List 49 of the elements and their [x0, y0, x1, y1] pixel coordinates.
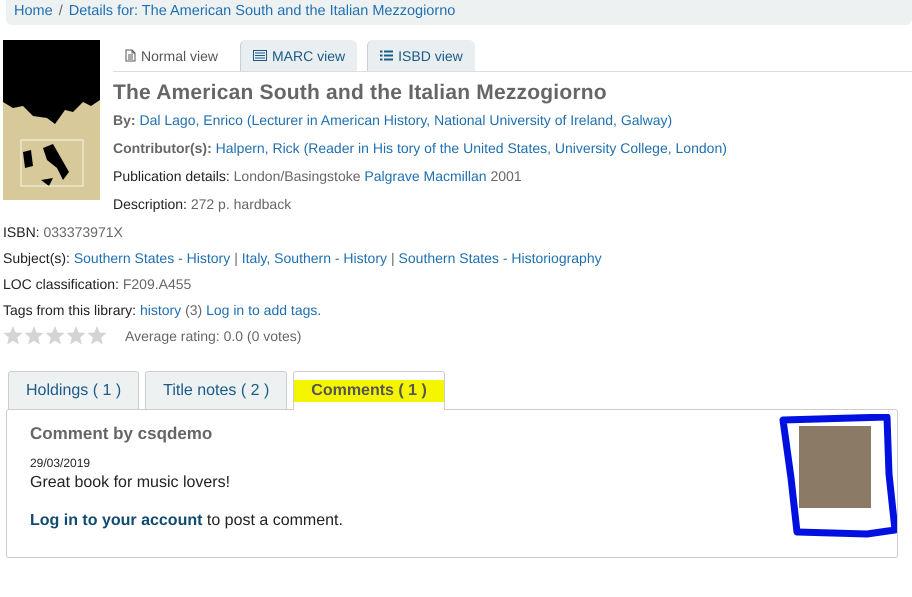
star-icon [45, 326, 65, 345]
field-label: Description: [113, 196, 187, 212]
list-icon [253, 50, 268, 61]
field-value: F209.A455 [122, 276, 192, 292]
tag-count: (3) [185, 302, 202, 318]
field-label: Contributor(s): [113, 140, 212, 156]
book-title: The American South and the Italian Mezzogiorno [113, 81, 608, 105]
section-tab[interactable]: Holdings ( 1 ) [8, 371, 140, 409]
breadcrumb-link[interactable]: Home [14, 3, 53, 22]
field-label: ISBN: [3, 224, 40, 240]
comment-heading: Comment by csqdemo [30, 424, 214, 444]
tag-link[interactable]: history [140, 302, 182, 318]
star-icon [87, 326, 107, 345]
author-link[interactable]: Dal Lago, Enrico (Lecturer in American History, National University of Ireland, Galway) [139, 112, 672, 128]
subject-link[interactable]: Italy, Southern - History [242, 250, 387, 266]
separator: | [391, 250, 395, 266]
field-label: Tags from this library: [3, 302, 136, 318]
field-label: Subject(s): [3, 250, 70, 266]
star-icon [3, 326, 23, 345]
star-rating[interactable] [3, 326, 107, 345]
login-link[interactable]: Log in to add tags. [206, 302, 322, 318]
publication-year: 2001 [490, 168, 522, 184]
contributor-link[interactable]: Halpern, Rick (Reader in His tory of the United States, University College, London) [216, 140, 727, 156]
breadcrumb-link[interactable]: Details for: The American South and the Italian Mezzogiorno [68, 3, 456, 22]
field-value: 272 p. hardback [190, 196, 292, 212]
field-value: 033373971X [43, 224, 123, 240]
document-icon [125, 49, 136, 62]
star-icon [66, 326, 86, 345]
field-label: By: [113, 112, 136, 128]
view-tab[interactable]: Normal view [113, 40, 230, 71]
breadcrumb-separator: / [58, 3, 63, 21]
publication-place: London/Basingstoke [234, 168, 361, 184]
comment-text: Great book for music lovers! [30, 474, 232, 492]
star-icon [24, 326, 44, 345]
view-tab[interactable]: ISBD view [367, 40, 475, 71]
list-icon [380, 50, 394, 61]
section-tab[interactable]: Comments ( 1 ) [293, 371, 445, 410]
publisher-link[interactable]: Palgrave Macmillan [364, 168, 487, 184]
view-tab[interactable]: MARC view [240, 40, 358, 71]
comment-date: 29/03/2019 [30, 456, 92, 470]
account-login-link[interactable]: Log in to your account [30, 512, 202, 529]
comment-hint: to post a comment. [206, 512, 343, 529]
field-label: LOC classification: [3, 276, 119, 292]
subject-link[interactable]: Southern States - Historiography [398, 250, 602, 266]
field-label: Publication details: [113, 168, 230, 184]
average-rating: Average rating: 0.0 (0 votes) [125, 328, 302, 344]
section-tab[interactable]: Title notes ( 2 ) [145, 371, 288, 409]
separator: | [234, 250, 238, 266]
subject-link[interactable]: Southern States - History [74, 250, 230, 266]
